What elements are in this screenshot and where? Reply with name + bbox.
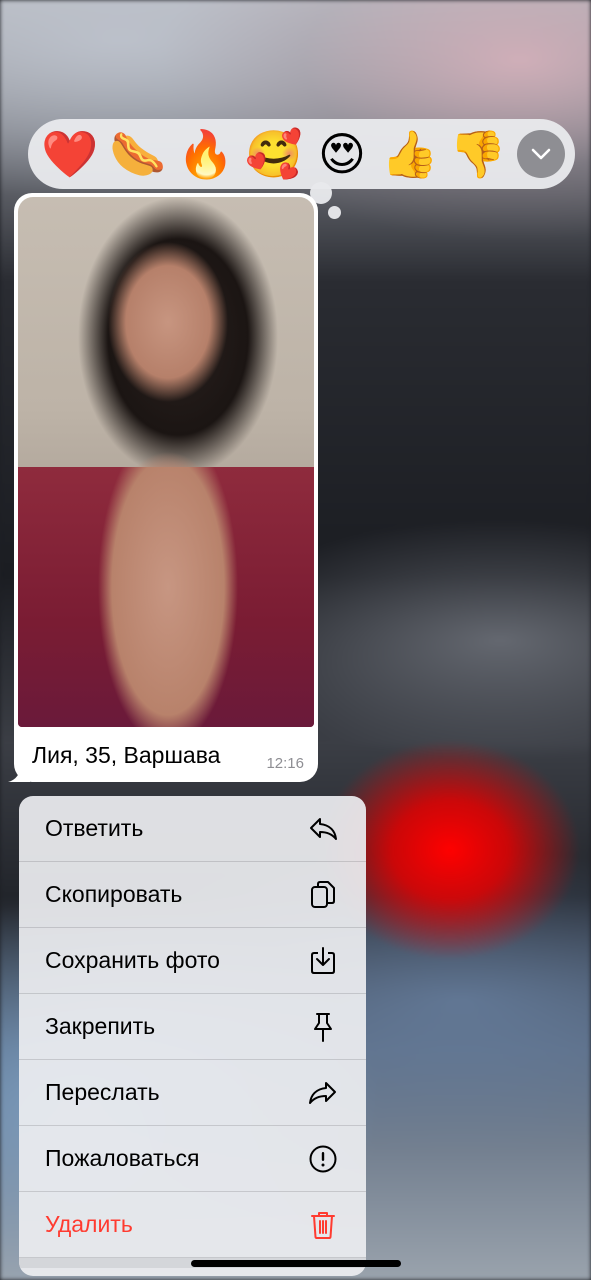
reaction-thumbs-up[interactable]: 👍 (378, 122, 442, 186)
reaction-bar-pointer-small (328, 206, 341, 219)
reply-icon (308, 814, 338, 844)
pin-icon (308, 1012, 338, 1042)
bubble-tail (8, 764, 30, 782)
menu-item-delete[interactable]: Удалить (19, 1192, 366, 1258)
menu-item-pin[interactable]: Закрепить (19, 994, 366, 1060)
reaction-smiling-face-with-hearts[interactable]: 🥰 (242, 122, 306, 186)
menu-item-save-photo[interactable]: Сохранить фото (19, 928, 366, 994)
trash-icon (308, 1210, 338, 1240)
download-icon (308, 946, 338, 976)
context-menu: Ответить Скопировать Сохранить фото Закр… (19, 796, 366, 1276)
menu-item-report[interactable]: Пожаловаться (19, 1126, 366, 1192)
reaction-red-heart[interactable]: ❤️ (38, 122, 102, 186)
exclamation-circle-icon (308, 1144, 338, 1174)
photo-subject (18, 467, 314, 727)
menu-item-label: Закрепить (45, 1013, 156, 1039)
menu-item-copy[interactable]: Скопировать (19, 862, 366, 928)
message-photo[interactable] (18, 197, 314, 727)
copy-icon (308, 880, 338, 910)
menu-item-label: Удалить (45, 1211, 133, 1237)
expand-reactions-button[interactable] (517, 130, 565, 178)
reaction-thumbs-down[interactable]: 👎 (446, 122, 510, 186)
menu-item-label: Переслать (45, 1079, 160, 1105)
menu-item-label: Сохранить фото (45, 947, 220, 973)
reaction-hot-dog[interactable]: 🌭 (106, 122, 170, 186)
forward-icon (308, 1078, 338, 1108)
message-time: 12:16 (266, 755, 304, 772)
menu-item-label: Скопировать (45, 881, 183, 907)
menu-item-label: Пожаловаться (45, 1145, 200, 1171)
reaction-fire[interactable]: 🔥 (174, 122, 238, 186)
reaction-bar: ❤️ 🌭 🔥 🥰 😍 👍 👎 (28, 119, 575, 189)
menu-item-reply[interactable]: Ответить (19, 796, 366, 862)
menu-item-forward[interactable]: Переслать (19, 1060, 366, 1126)
reaction-heart-eyes[interactable]: 😍 (310, 122, 374, 186)
message-caption: Лия, 35, Варшава (32, 742, 221, 768)
menu-item-label: Ответить (45, 815, 144, 841)
home-indicator[interactable] (191, 1260, 401, 1267)
photo-message-bubble[interactable]: Лия, 35, Варшава 12:16 (8, 193, 318, 782)
chevron-down-icon (531, 148, 551, 160)
